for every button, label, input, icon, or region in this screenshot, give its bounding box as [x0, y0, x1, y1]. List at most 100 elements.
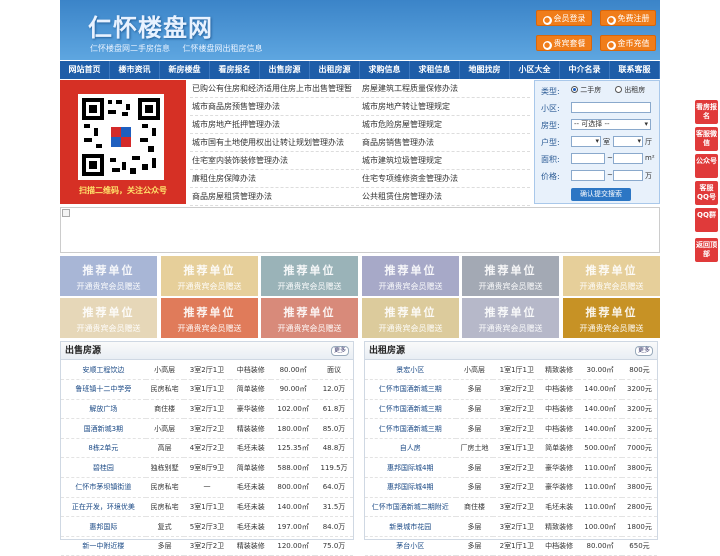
policy-link[interactable]: 房屋建筑工程质量保修办法 — [360, 80, 530, 97]
nav-agents[interactable]: 中介名录 — [560, 61, 610, 79]
ad-slot[interactable]: 推荐单位 开通贵宾会员赠送 — [563, 256, 660, 296]
policy-link[interactable]: 住宅专项维修资金管理办法 — [360, 170, 530, 187]
table-row[interactable]: 惠邦国际城4期 多层 3室2厅2卫 豪华装修 110.00㎡ 3800元 — [365, 477, 657, 498]
table-cell[interactable]: 惠邦国际 — [61, 516, 146, 537]
policy-link[interactable]: 已购公有住房和经济适用住房上市出售管理暂 — [190, 80, 360, 97]
table-row[interactable]: 鲁班镇十二中学旁 民房私宅 3室1厅1卫 简单装修 90.00㎡ 12.0万 — [61, 379, 353, 400]
table-row[interactable]: 8栋2单元 高层 4室2厅2卫 毛坯未装 125.35㎡ 48.8万 — [61, 438, 353, 459]
table-cell[interactable]: 仁怀市国酒新城三期 — [365, 379, 456, 400]
table-cell[interactable]: 新景城市花园 — [365, 516, 456, 537]
price-max-input[interactable] — [613, 170, 643, 181]
register-button[interactable]: ● 免费注册 — [600, 10, 656, 26]
table-row[interactable]: 惠邦国际城4期 多层 3室2厅2卫 豪华装修 110.00㎡ 3800元 — [365, 457, 657, 479]
table-cell[interactable]: 自人房 — [365, 438, 456, 459]
side-tab-official-account[interactable]: 公众号 — [695, 154, 718, 178]
login-button[interactable]: ● 会员登录 — [536, 10, 592, 26]
hall-select[interactable]: ▾ — [613, 136, 643, 147]
ad-slot[interactable]: 推荐单位 开通贵宾会员赠送 — [362, 298, 459, 338]
table-row[interactable]: 新一中附近楼 多层 3室2厅2卫 精装装修 120.00㎡ 75.0万 — [61, 536, 353, 556]
table-cell[interactable]: 仁怀市国酒新城二期附近 — [365, 497, 456, 518]
table-cell[interactable]: 8栋2单元 — [61, 438, 146, 459]
ad-slot[interactable]: 推荐单位 开通贵宾会员赠送 — [161, 298, 258, 338]
table-row[interactable]: 仁怀市国酒新城三期 多层 3室2厅2卫 中档装修 140.00㎡ 3200元 — [365, 379, 657, 400]
policy-link[interactable]: 城市国有土地使用权出让转让规划管理办法 — [190, 134, 360, 151]
table-cell[interactable]: 仁怀市茅坝镇街道 — [61, 477, 146, 498]
type-radio-secondhand[interactable]: 二手房 — [571, 85, 601, 95]
type-radio-rental[interactable]: 出租房 — [615, 85, 645, 95]
policy-link[interactable]: 城市房地产转让管理规定 — [360, 98, 530, 115]
side-tab-viewing-signup[interactable]: 看房报名 — [695, 100, 718, 124]
nav-want-buy[interactable]: 求购信息 — [360, 61, 410, 79]
ad-slot[interactable]: 推荐单位 开通贵宾会员赠送 — [261, 298, 358, 338]
rent-more-button[interactable]: 更多 — [634, 346, 653, 356]
table-row[interactable]: 碧桂园 独栋别墅 9室8厅9卫 简单装修 588.00㎡ 119.5万 — [61, 457, 353, 479]
banner-image[interactable] — [60, 207, 660, 253]
nav-home[interactable]: 网站首页 — [60, 61, 110, 79]
table-cell[interactable]: 新一中附近楼 — [61, 536, 146, 556]
nav-viewing-signup[interactable]: 看房报名 — [210, 61, 260, 79]
table-row[interactable]: 正在开发，环境优美 民房私宅 3室1厅1卫 毛坯未装 140.00㎡ 31.5万 — [61, 497, 353, 518]
area-max-input[interactable] — [613, 153, 643, 164]
secondhand-link[interactable]: 仁怀楼盘网二手房信息 — [90, 44, 170, 53]
ad-slot[interactable]: 推荐单位 开通贵宾会员赠送 — [161, 256, 258, 296]
policy-link[interactable]: 廉租住房保障办法 — [190, 170, 360, 187]
side-tab-service-qq[interactable]: 客服QQ号 — [695, 181, 718, 205]
rental-link[interactable]: 仁怀楼盘网出租房信息 — [183, 44, 263, 53]
table-row[interactable]: 安顺工程饮边 小高层 3室2厅1卫 中档装修 80.00㎡ 面议 — [61, 360, 353, 381]
ad-slot[interactable]: 推荐单位 开通贵宾会员赠送 — [462, 298, 559, 338]
table-row[interactable]: 自人房 厂房土地 3室1厅1卫 简单装修 500.00㎡ 7000元 — [365, 438, 657, 459]
ad-slot[interactable]: 推荐单位 开通贵宾会员赠送 — [362, 256, 459, 296]
table-row[interactable]: 茅台小区 多层 2室1厅1卫 中档装修 80.00㎡ 650元 — [365, 536, 657, 556]
side-tab-back-to-top[interactable]: 返回顶部 — [695, 238, 718, 262]
nav-contact[interactable]: 联系客服 — [610, 61, 660, 79]
table-row[interactable]: 景宏小区 小高层 1室1厅1卫 精致装修 30.00㎡ 800元 — [365, 360, 657, 381]
ad-slot[interactable]: 推荐单位 开通贵宾会员赠送 — [563, 298, 660, 338]
table-row[interactable]: 惠邦国际 复式 5室2厅3卫 毛坯未装 197.00㎡ 84.0万 — [61, 516, 353, 537]
policy-link[interactable]: 公共租赁住房管理办法 — [360, 188, 530, 205]
table-cell[interactable]: 惠邦国际城4期 — [365, 457, 456, 479]
table-cell[interactable]: 景宏小区 — [365, 360, 456, 381]
nav-want-rent[interactable]: 求租信息 — [410, 61, 460, 79]
policy-link[interactable]: 商品房销售管理办法 — [360, 134, 530, 151]
table-cell[interactable]: 安顺工程饮边 — [61, 360, 146, 381]
table-cell[interactable]: 解放广场 — [61, 399, 146, 420]
table-cell[interactable]: 惠邦国际城4期 — [365, 477, 456, 498]
policy-link[interactable]: 城市建筑垃圾管理规定 — [360, 152, 530, 169]
side-tab-qq-group[interactable]: QQ群 — [695, 208, 718, 232]
table-row[interactable]: 新景城市花园 多层 3室2厅1卫 精致装修 100.00㎡ 1800元 — [365, 516, 657, 537]
community-input[interactable] — [571, 102, 651, 113]
table-cell[interactable]: 仁怀市国酒新城三期 — [365, 418, 456, 439]
room-select[interactable]: ▾ — [571, 136, 601, 147]
price-min-input[interactable] — [571, 170, 605, 181]
nav-for-rent[interactable]: 出租房源 — [310, 61, 360, 79]
recharge-button[interactable]: ● 金币充值 — [600, 35, 656, 51]
ad-slot[interactable]: 推荐单位 开通贵宾会员赠送 — [60, 298, 157, 338]
table-row[interactable]: 仁怀市国酒新城三期 多层 3室2厅2卫 中档装修 140.00㎡ 3200元 — [365, 399, 657, 420]
ad-slot[interactable]: 推荐单位 开通贵宾会员赠送 — [261, 256, 358, 296]
table-row[interactable]: 解放广场 商住楼 3室2厅1卫 豪华装修 102.00㎡ 61.8万 — [61, 399, 353, 420]
policy-link[interactable]: 城市危险房屋管理规定 — [360, 116, 530, 133]
table-row[interactable]: 仁怀市国酒新城二期附近 商住楼 3室2厅2卫 毛坯未装 110.00㎡ 2800元 — [365, 497, 657, 518]
housetype-select[interactable]: -- 可选择 -- ▾ — [571, 119, 651, 130]
nav-map[interactable]: 地图找房 — [460, 61, 510, 79]
area-min-input[interactable] — [571, 153, 605, 164]
site-title[interactable]: 仁怀楼盘网 — [88, 8, 213, 43]
nav-news[interactable]: 楼市资讯 — [110, 61, 160, 79]
nav-for-sale[interactable]: 出售房源 — [260, 61, 310, 79]
table-cell[interactable]: 国酒新城3期 — [61, 418, 146, 439]
nav-new-homes[interactable]: 新房楼盘 — [160, 61, 210, 79]
search-submit-button[interactable]: 确认提交搜索 — [571, 188, 631, 201]
table-cell[interactable]: 碧桂园 — [61, 457, 146, 479]
policy-link[interactable]: 住宅室内装饰装修管理办法 — [190, 152, 360, 169]
table-cell[interactable]: 仁怀市国酒新城三期 — [365, 399, 456, 420]
table-cell[interactable]: 正在开发，环境优美 — [61, 497, 146, 518]
policy-link[interactable]: 商品房屋租赁管理办法 — [190, 188, 360, 205]
ad-slot[interactable]: 推荐单位 开通贵宾会员赠送 — [462, 256, 559, 296]
ad-slot[interactable]: 推荐单位 开通贵宾会员赠送 — [60, 256, 157, 296]
table-cell[interactable]: 茅台小区 — [365, 536, 456, 556]
table-row[interactable]: 仁怀市国酒新城三期 多层 3室2厅2卫 中档装修 140.00㎡ 3200元 — [365, 418, 657, 439]
policy-link[interactable]: 城市商品房预售管理办法 — [190, 98, 360, 115]
side-tab-service-wechat[interactable]: 客服微信 — [695, 127, 718, 151]
table-cell[interactable]: 鲁班镇十二中学旁 — [61, 379, 146, 400]
table-row[interactable]: 仁怀市茅坝镇街道 民房私宅一毛坯未装 800.00㎡ 64.0万 — [61, 477, 353, 498]
